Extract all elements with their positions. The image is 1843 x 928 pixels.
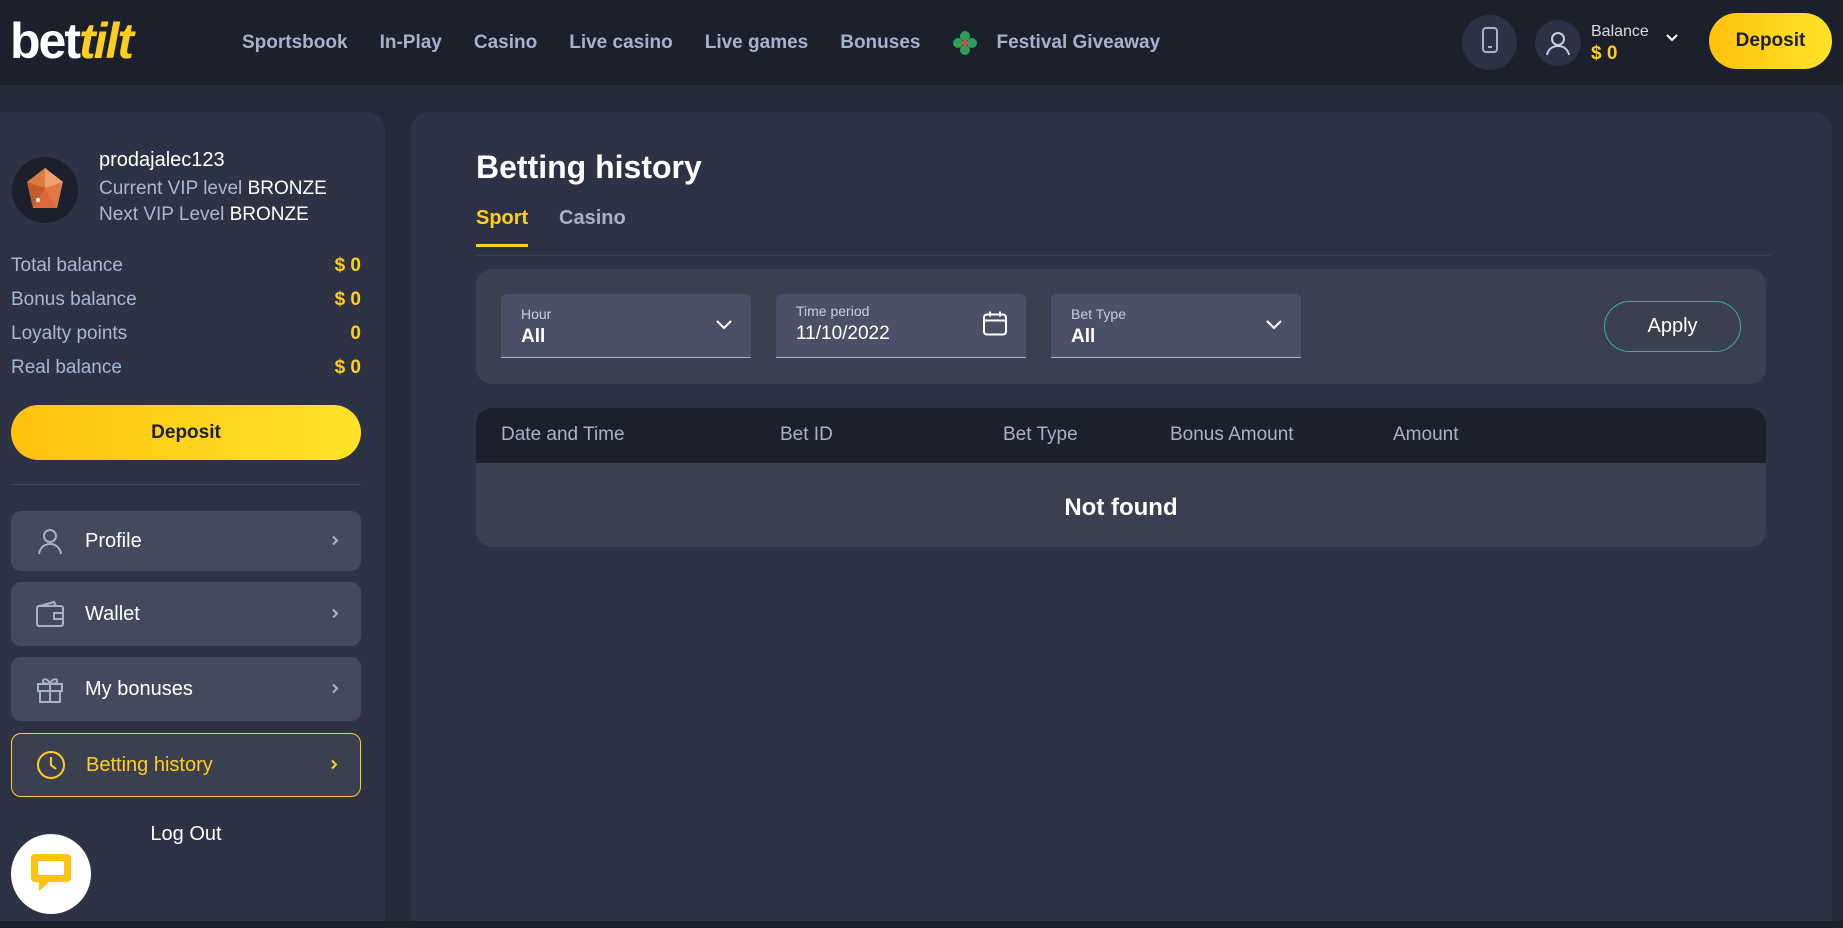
balance-label: Balance bbox=[1591, 22, 1649, 40]
chevron-right-icon bbox=[331, 603, 339, 626]
column-bonus-amount: Bonus Amount bbox=[1170, 424, 1294, 445]
sidebar-divider bbox=[11, 484, 361, 485]
chevron-right-icon bbox=[331, 678, 339, 701]
clock-icon bbox=[36, 750, 66, 780]
bronze-gem-icon bbox=[27, 168, 63, 208]
live-chat-button[interactable] bbox=[11, 834, 91, 914]
empty-state-message: Not found bbox=[1064, 494, 1178, 521]
bonus-balance-row: Bonus balance $ 0 bbox=[11, 289, 361, 310]
chevron-down-icon bbox=[1265, 317, 1283, 335]
nav-festival-giveaway[interactable]: Festival Giveaway bbox=[952, 30, 1160, 56]
user-icon bbox=[35, 526, 65, 556]
chevron-right-icon bbox=[331, 530, 339, 553]
page-bottom-edge bbox=[0, 921, 1843, 928]
column-amount: Amount bbox=[1393, 424, 1459, 445]
loyalty-points-row: Loyalty points 0 bbox=[11, 323, 361, 344]
balance-value: $ 0 bbox=[1591, 42, 1618, 64]
apply-button[interactable]: Apply bbox=[1604, 301, 1741, 352]
main-nav: Sportsbook In-Play Casino Live casino Li… bbox=[242, 0, 1160, 85]
filters-bar: Hour All Time period 11/10/2022 Bet Type… bbox=[476, 269, 1766, 384]
betting-history-table: Date and Time Bet ID Bet Type Bonus Amou… bbox=[476, 408, 1766, 547]
nav-casino[interactable]: Casino bbox=[474, 32, 537, 54]
betting-history-panel: Betting history Sport Casino Hour All Ti… bbox=[411, 112, 1832, 921]
sidebar-item-wallet[interactable]: Wallet bbox=[11, 582, 361, 646]
account-sidebar: prodajalec123 Current VIP level BRONZE N… bbox=[0, 112, 385, 921]
total-balance-row: Total balance $ 0 bbox=[11, 255, 361, 276]
history-tabs: Sport Casino bbox=[476, 207, 1771, 256]
username: prodajalec123 bbox=[99, 149, 225, 171]
column-date-time: Date and Time bbox=[501, 424, 625, 445]
column-bet-type: Bet Type bbox=[1003, 424, 1078, 445]
bet-type-select[interactable]: Bet Type All bbox=[1051, 294, 1301, 358]
mobile-app-button[interactable] bbox=[1462, 15, 1517, 70]
sidebar-deposit-button[interactable]: Deposit bbox=[11, 405, 361, 460]
nav-bonuses[interactable]: Bonuses bbox=[840, 32, 920, 54]
clover-icon bbox=[952, 30, 978, 56]
nav-sportsbook[interactable]: Sportsbook bbox=[242, 32, 348, 54]
brand-logo[interactable]: bettilt bbox=[10, 14, 134, 68]
time-period-field[interactable]: Time period 11/10/2022 bbox=[776, 294, 1026, 358]
tab-casino[interactable]: Casino bbox=[559, 207, 626, 244]
real-balance-row: Real balance $ 0 bbox=[11, 357, 361, 378]
hour-select[interactable]: Hour All bbox=[501, 294, 751, 358]
chevron-right-icon bbox=[330, 754, 338, 777]
chevron-down-icon bbox=[715, 317, 733, 335]
calendar-icon[interactable] bbox=[982, 310, 1008, 341]
current-vip-level: Current VIP level BRONZE bbox=[99, 178, 327, 199]
nav-live-casino[interactable]: Live casino bbox=[569, 32, 673, 54]
nav-live-games[interactable]: Live games bbox=[705, 32, 809, 54]
wallet-icon bbox=[35, 599, 65, 629]
chevron-down-icon bbox=[1665, 30, 1679, 48]
table-header: Date and Time Bet ID Bet Type Bonus Amou… bbox=[476, 408, 1766, 463]
account-balance-menu[interactable]: Balance $ 0 bbox=[1535, 15, 1679, 70]
gift-icon bbox=[35, 674, 65, 704]
phone-icon bbox=[1480, 27, 1500, 58]
chat-bubble-icon bbox=[29, 851, 73, 898]
user-icon bbox=[1535, 19, 1581, 66]
page-title: Betting history bbox=[476, 149, 702, 185]
vip-avatar bbox=[12, 157, 78, 223]
tab-sport[interactable]: Sport bbox=[476, 207, 529, 247]
nav-in-play[interactable]: In-Play bbox=[380, 32, 442, 54]
next-vip-level: Next VIP Level BRONZE bbox=[99, 204, 309, 225]
top-header: bettilt Sportsbook In-Play Casino Live c… bbox=[0, 0, 1843, 85]
sidebar-item-betting-history[interactable]: Betting history bbox=[11, 733, 361, 797]
column-bet-id: Bet ID bbox=[780, 424, 833, 445]
sidebar-item-profile[interactable]: Profile bbox=[11, 511, 361, 571]
sidebar-item-my-bonuses[interactable]: My bonuses bbox=[11, 657, 361, 721]
header-deposit-button[interactable]: Deposit bbox=[1709, 13, 1832, 69]
